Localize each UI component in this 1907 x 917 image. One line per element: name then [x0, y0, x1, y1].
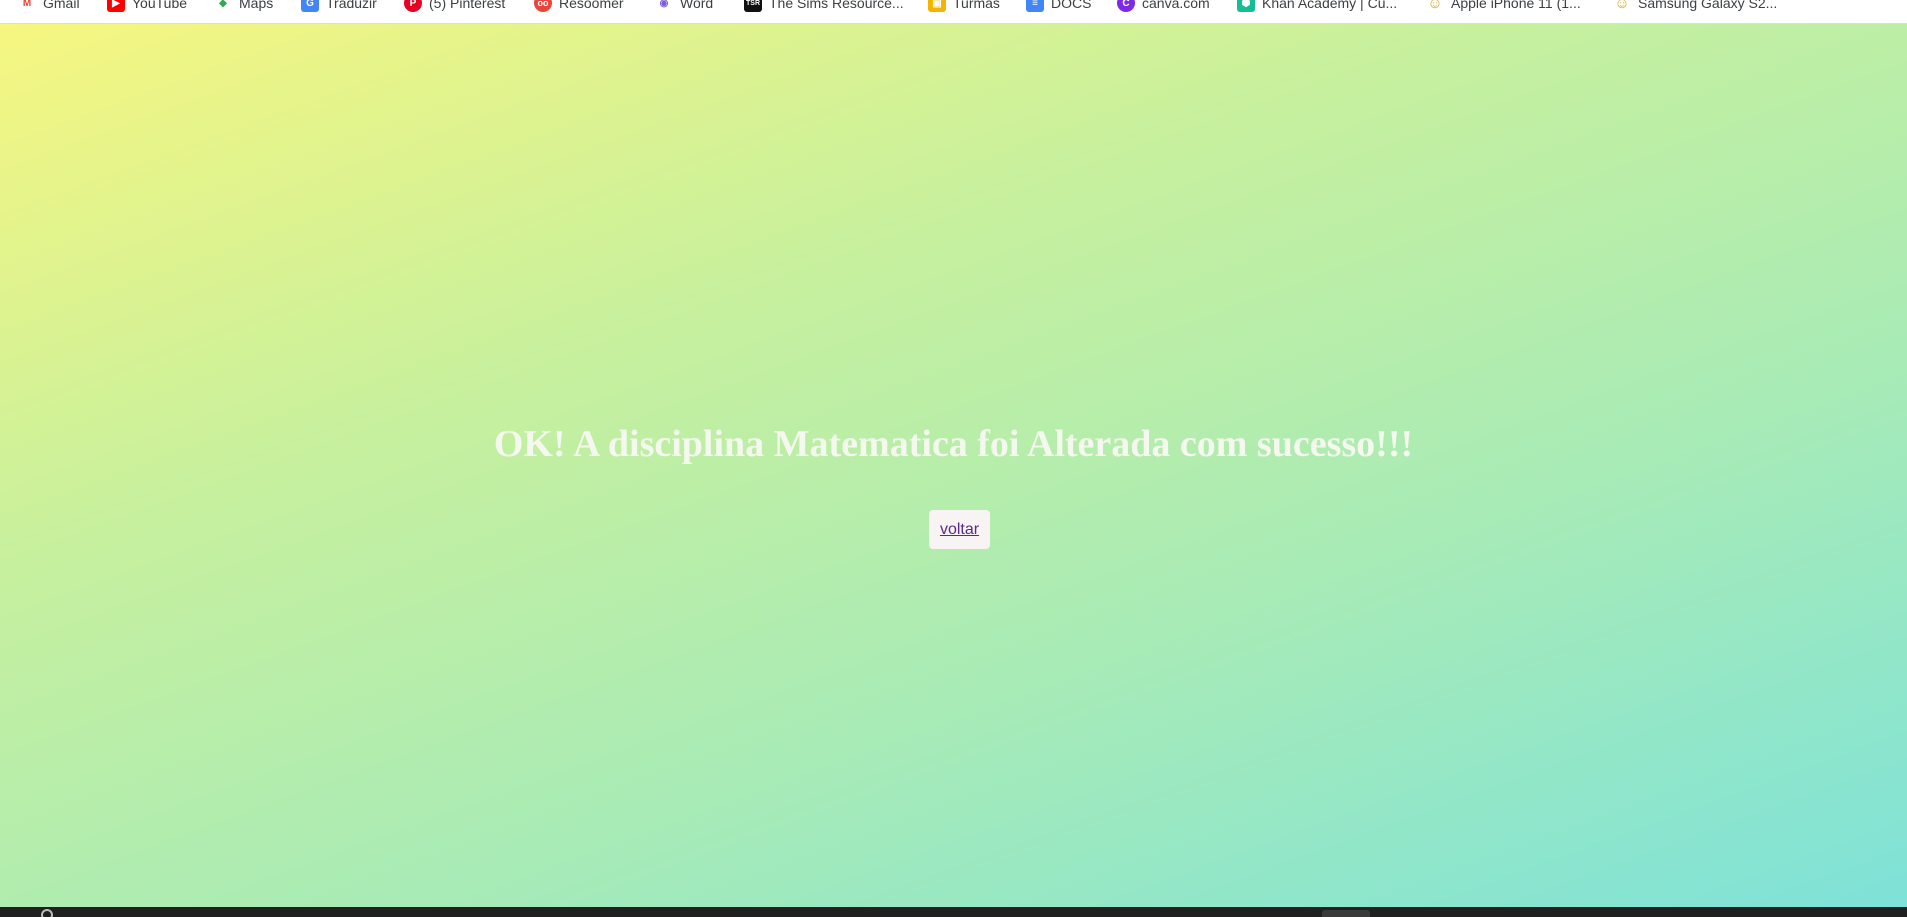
bookmark-maps[interactable]: ◆ Maps — [214, 0, 273, 13]
pinterest-icon: P — [404, 0, 422, 12]
bookmark-label: Word — [680, 0, 714, 11]
khan-academy-icon: ⬢ — [1237, 0, 1255, 12]
gmail-icon: M — [18, 0, 36, 12]
docs-icon: ≡ — [1026, 0, 1044, 12]
bookmark-label: Gmail — [43, 0, 80, 11]
bookmark-docs[interactable]: ≡ DOCS — [1026, 0, 1091, 13]
success-message: OK! A disciplina Matematica foi Alterada… — [0, 422, 1907, 466]
bookmark-pinterest[interactable]: P (5) Pinterest — [404, 0, 505, 13]
bookmark-label: canva.com — [1142, 0, 1210, 11]
bookmarks-bar: M Gmail ▶ YouTube ◆ Maps G Traduzir P (5… — [0, 0, 1907, 24]
back-link[interactable]: voltar — [940, 521, 979, 539]
resoomer-icon: oo — [534, 0, 552, 12]
bookmark-canva[interactable]: C canva.com — [1117, 0, 1210, 13]
bookmark-youtube[interactable]: ▶ YouTube — [107, 0, 187, 13]
bookmark-the-sims-resource[interactable]: TSR The Sims Resource... — [744, 0, 904, 13]
page-background: OK! A disciplina Matematica foi Alterada… — [0, 24, 1907, 907]
bookmark-label: Turmas — [953, 0, 1000, 11]
smiley-icon: ☺ — [1426, 0, 1444, 12]
back-button[interactable]: voltar — [929, 510, 990, 549]
bookmark-turmas[interactable]: ▣ Turmas — [928, 0, 1000, 13]
tsr-icon: TSR — [744, 0, 762, 12]
bookmark-label: (5) Pinterest — [429, 0, 506, 11]
translate-icon: G — [301, 0, 319, 12]
bookmark-label: Khan Academy | Cu... — [1262, 0, 1398, 11]
bookmark-label: Resoomer — [559, 0, 624, 11]
bookmark-khan-academy[interactable]: ⬢ Khan Academy | Cu... — [1237, 0, 1397, 13]
bookmark-gmail[interactable]: M Gmail — [18, 0, 80, 13]
bookmark-apple-iphone[interactable]: ☺ Apple iPhone 11 (1... — [1426, 0, 1581, 13]
taskbar — [0, 907, 1907, 917]
classroom-icon: ▣ — [928, 0, 946, 12]
taskbar-search-icon[interactable] — [41, 909, 53, 917]
bookmark-label: Maps — [239, 0, 274, 11]
bookmark-samsung-galaxy[interactable]: ☺ Samsung Galaxy S2... — [1613, 0, 1777, 13]
maps-icon: ◆ — [214, 0, 232, 12]
bookmark-label: Traduzir — [326, 0, 377, 11]
bookmark-label: Apple iPhone 11 (1... — [1451, 0, 1581, 11]
taskbar-app-button[interactable] — [1322, 910, 1370, 917]
bookmark-label: DOCS — [1051, 0, 1092, 11]
canva-icon: C — [1117, 0, 1135, 12]
success-ok-label: OK! — [493, 423, 566, 465]
bookmark-resoomer[interactable]: oo Resoomer — [534, 0, 624, 13]
smiley-icon: ☺ — [1613, 0, 1631, 12]
bookmark-label: YouTube — [132, 0, 188, 11]
youtube-icon: ▶ — [107, 0, 125, 12]
word-icon: ◉ — [655, 0, 673, 12]
bookmark-translate[interactable]: G Traduzir — [301, 0, 377, 13]
bookmark-label: Samsung Galaxy S2... — [1638, 0, 1778, 11]
bookmark-word[interactable]: ◉ Word — [655, 0, 713, 13]
success-message-text: A disciplina Matematica foi Alterada com… — [565, 423, 1414, 465]
bookmark-label: The Sims Resource... — [769, 0, 904, 11]
